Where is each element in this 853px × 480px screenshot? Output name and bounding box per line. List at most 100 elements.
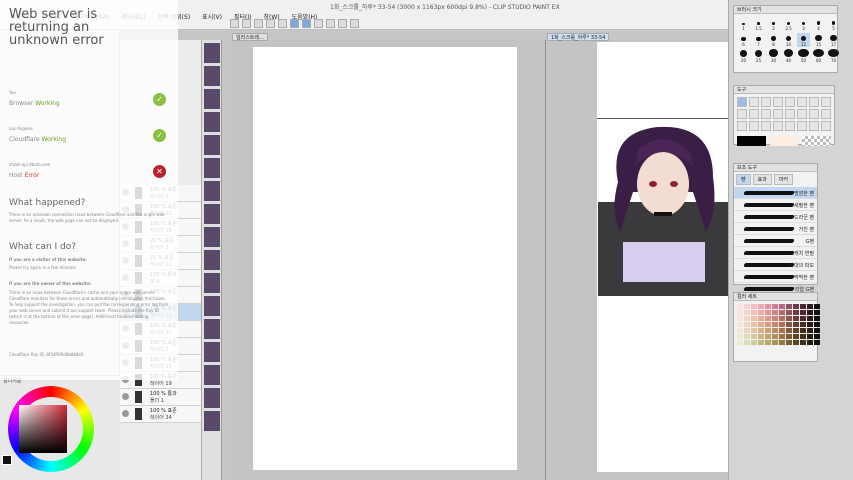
- color-swatch[interactable]: [772, 340, 778, 345]
- color-swatch[interactable]: [786, 340, 792, 345]
- color-swatch[interactable]: [807, 304, 813, 309]
- color-swatch[interactable]: [786, 322, 792, 327]
- page-thumbnail[interactable]: [204, 296, 220, 316]
- color-swatch[interactable]: [751, 310, 757, 315]
- color-swatch[interactable]: [793, 310, 799, 315]
- color-swatch[interactable]: [751, 322, 757, 327]
- color-swatch[interactable]: [800, 310, 806, 315]
- tool-button[interactable]: [737, 121, 747, 131]
- color-swatch[interactable]: [758, 334, 764, 339]
- brush-size-option[interactable]: 6: [737, 33, 750, 47]
- page-thumbnail[interactable]: [204, 342, 220, 362]
- color-swatch[interactable]: [814, 322, 820, 327]
- color-swatch[interactable]: [765, 328, 771, 333]
- brush-size-option[interactable]: 8: [767, 33, 780, 47]
- brush-tab[interactable]: 마커: [773, 174, 794, 185]
- brush-size-option[interactable]: 4: [812, 17, 825, 31]
- tool-button[interactable]: [821, 97, 831, 107]
- tool-button[interactable]: [749, 121, 759, 131]
- color-swatch[interactable]: [779, 328, 785, 333]
- brush-tab[interactable]: 펜: [736, 174, 751, 185]
- brush-size-option[interactable]: 10: [782, 33, 795, 47]
- color-swatch[interactable]: [744, 334, 750, 339]
- color-swatch[interactable]: [765, 310, 771, 315]
- page-thumbnail[interactable]: [204, 388, 220, 408]
- brush-size-option[interactable]: 30: [767, 49, 780, 63]
- brush-size-option[interactable]: 70: [827, 49, 840, 63]
- color-swatch[interactable]: [765, 340, 771, 345]
- layer-row[interactable]: 100 % 통과 폴더 1: [120, 389, 201, 406]
- brush-item[interactable]: 스캐치 연필: [734, 247, 817, 259]
- color-swatch[interactable]: [744, 304, 750, 309]
- color-swatch[interactable]: [737, 316, 743, 321]
- tool-button[interactable]: [761, 109, 771, 119]
- command-button[interactable]: [302, 19, 311, 28]
- command-button[interactable]: [254, 19, 263, 28]
- page-thumbnail[interactable]: [204, 89, 220, 109]
- color-swatch[interactable]: [814, 310, 820, 315]
- tool-button[interactable]: [809, 97, 819, 107]
- color-swatch[interactable]: [751, 328, 757, 333]
- color-swatch[interactable]: [814, 316, 820, 321]
- brush-size-option[interactable]: 1.5: [752, 17, 765, 31]
- page-thumbnail[interactable]: [204, 319, 220, 339]
- brush-size-option[interactable]: 40: [782, 49, 795, 63]
- color-swatch[interactable]: [779, 334, 785, 339]
- color-swatch[interactable]: [737, 304, 743, 309]
- color-swatch[interactable]: [765, 322, 771, 327]
- color-swatch[interactable]: [744, 310, 750, 315]
- color-swatch[interactable]: [786, 328, 792, 333]
- brush-size-option[interactable]: 3: [797, 17, 810, 31]
- brush-size-option[interactable]: 25: [752, 49, 765, 63]
- tool-button[interactable]: [749, 109, 759, 119]
- main-color-chip[interactable]: [737, 136, 766, 146]
- command-button[interactable]: [290, 19, 299, 28]
- color-swatch[interactable]: [779, 316, 785, 321]
- brush-size-option[interactable]: 15: [812, 33, 825, 47]
- menu-item[interactable]: 표시(V): [202, 12, 222, 21]
- page-thumbnail[interactable]: [204, 365, 220, 385]
- color-swatch[interactable]: [800, 322, 806, 327]
- brush-item[interactable]: 막대의 파모: [734, 259, 817, 271]
- color-swatch[interactable]: [737, 322, 743, 327]
- color-swatch[interactable]: [800, 340, 806, 345]
- color-swatch[interactable]: [751, 334, 757, 339]
- page-thumbnail[interactable]: [204, 250, 220, 270]
- color-swatch[interactable]: [772, 316, 778, 321]
- brush-item[interactable]: G펜: [734, 235, 817, 247]
- tool-button[interactable]: [773, 109, 783, 119]
- brush-item[interactable]: 명암한 펜: [734, 187, 817, 199]
- page-thumbnail[interactable]: [204, 66, 220, 86]
- color-swatch[interactable]: [779, 310, 785, 315]
- color-swatch[interactable]: [793, 334, 799, 339]
- color-swatch[interactable]: [786, 310, 792, 315]
- tool-button[interactable]: [797, 121, 807, 131]
- color-swatch[interactable]: [814, 328, 820, 333]
- color-swatch[interactable]: [807, 340, 813, 345]
- brush-item[interactable]: 딱딱한 펜: [734, 271, 817, 283]
- page-thumbnail[interactable]: [204, 43, 220, 63]
- color-swatch[interactable]: [758, 316, 764, 321]
- command-button[interactable]: [278, 19, 287, 28]
- color-swatch[interactable]: [772, 334, 778, 339]
- brush-size-option[interactable]: 5: [827, 17, 840, 31]
- tool-button[interactable]: [797, 109, 807, 119]
- tool-button[interactable]: [785, 121, 795, 131]
- color-swatch[interactable]: [786, 304, 792, 309]
- color-swatch[interactable]: [772, 328, 778, 333]
- command-button[interactable]: [242, 19, 251, 28]
- color-swatch[interactable]: [807, 322, 813, 327]
- color-swatch[interactable]: [793, 340, 799, 345]
- color-swatch[interactable]: [779, 304, 785, 309]
- color-swatch[interactable]: [779, 322, 785, 327]
- tool-button[interactable]: [737, 97, 747, 107]
- brush-size-option[interactable]: 17: [827, 33, 840, 47]
- brush-size-option[interactable]: 7: [752, 33, 765, 47]
- color-swatch[interactable]: [779, 340, 785, 345]
- tab-canvas-1[interactable]: 일러스트레…: [232, 33, 269, 41]
- color-swatch[interactable]: [772, 322, 778, 327]
- command-button[interactable]: [230, 19, 239, 28]
- color-swatch[interactable]: [772, 310, 778, 315]
- transparent-color-chip[interactable]: [802, 136, 832, 146]
- brush-item[interactable]: 세필한 펜: [734, 199, 817, 211]
